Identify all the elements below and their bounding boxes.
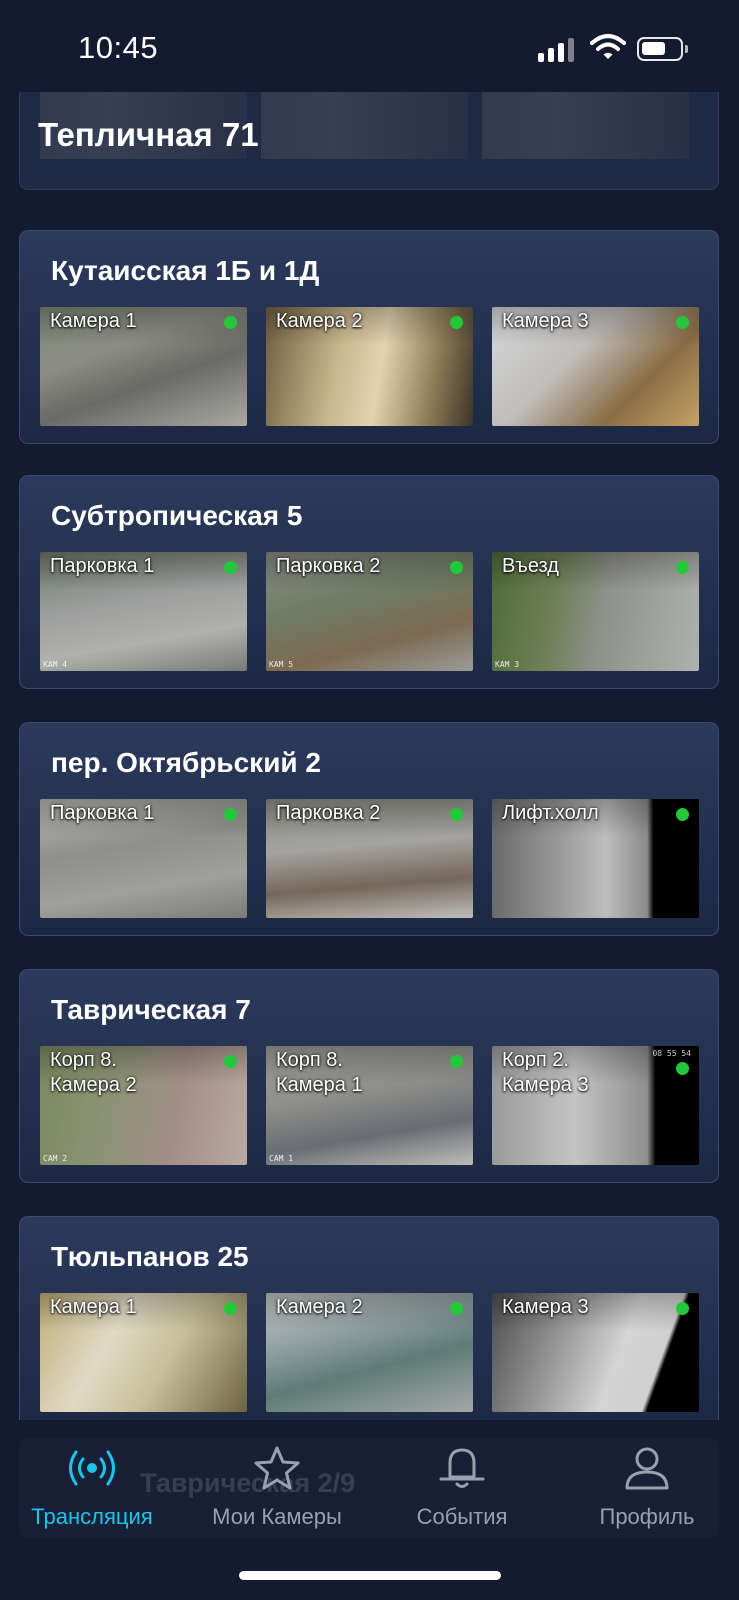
online-status-dot [676, 1302, 689, 1315]
tab-profile[interactable]: Профиль [555, 1444, 739, 1530]
online-status-dot [676, 1062, 689, 1075]
status-time: 10:45 [78, 30, 159, 65]
camera-thumbnail[interactable]: Камера 1 [40, 1293, 247, 1412]
star-icon [254, 1446, 300, 1490]
location-card[interactable]: Таврическая 7 Корп 8. Камера 2 CAM 2 Корп 8… [19, 969, 719, 1183]
online-status-dot [224, 1055, 237, 1068]
location-title: пер. Октябрьский 2 [51, 747, 321, 778]
tab-events[interactable]: События [370, 1444, 554, 1530]
camera-label: Камера 3 [502, 310, 589, 332]
online-status-dot [450, 561, 463, 574]
home-indicator[interactable] [239, 1571, 501, 1580]
online-status-dot [224, 316, 237, 329]
tab-label: Трансляция [31, 1504, 153, 1529]
camera-overlay-tag: CAM 2 [43, 1154, 68, 1163]
online-status-dot [224, 808, 237, 821]
online-status-dot [676, 316, 689, 329]
online-status-dot [450, 1055, 463, 1068]
camera-label: Парковка 2 [276, 555, 381, 577]
camera-thumbnail[interactable]: Корп 8. Камера 1 CAM 1 [266, 1046, 473, 1165]
camera-label: Парковка 2 [276, 802, 381, 824]
location-title: Тюльпанов 25 [51, 1241, 249, 1272]
location-card[interactable]: Кутаисская 1Б и 1Д Камера 1 Камера 2 Камера… [19, 230, 719, 444]
cellular-signal-icon [538, 38, 576, 62]
camera-overlay-tag: КАМ 3 [495, 660, 520, 669]
online-status-dot [676, 808, 689, 821]
location-title: Субтропическая 5 [51, 500, 303, 531]
camera-label: Лифт.холл [502, 802, 599, 824]
camera-thumbnail[interactable]: Корп 8. Камера 2 CAM 2 [40, 1046, 247, 1165]
bell-icon [439, 1448, 485, 1488]
camera-label: Парковка 1 [50, 555, 155, 577]
person-icon [625, 1447, 669, 1490]
camera-thumbnail[interactable]: Камера 3 [492, 1293, 699, 1412]
camera-timestamp: 08 55 54 [652, 1049, 691, 1058]
camera-label: Корп 2. Камера 3 [502, 1049, 589, 1096]
tab-label: Профиль [599, 1504, 695, 1529]
camera-overlay-tag: КАМ 5 [269, 660, 294, 669]
online-status-dot [224, 561, 237, 574]
camera-label: Въезд [502, 555, 559, 577]
camera-label: Парковка 1 [50, 802, 155, 824]
location-card[interactable]: пер. Октябрьский 2 Парковка 1 Парковка 2 Ли… [19, 722, 719, 936]
online-status-dot [676, 561, 689, 574]
status-bar: 10:45 [0, 0, 739, 92]
location-card[interactable]: Субтропическая 5 Парковка 1 КАМ 4 Парковка … [19, 475, 719, 689]
battery-icon [637, 37, 688, 61]
camera-thumbnail[interactable]: Лифт.холл [492, 799, 699, 918]
camera-label: Корп 8. Камера 1 [276, 1049, 363, 1096]
camera-thumbnail[interactable]: Камера 3 [492, 307, 699, 426]
camera-label: Камера 1 [50, 1296, 137, 1318]
online-status-dot [450, 316, 463, 329]
online-status-dot [224, 1302, 237, 1315]
online-status-dot [450, 1302, 463, 1315]
tab-label: Мои Камеры [212, 1504, 342, 1529]
tab-my-cameras[interactable]: Мои Камеры [185, 1444, 369, 1530]
camera-thumbnail[interactable]: Парковка 1 КАМ 4 [40, 552, 247, 671]
camera-thumbnail[interactable]: Парковка 2 [266, 799, 473, 918]
camera-label: Корп 8. Камера 2 [50, 1049, 137, 1096]
camera-thumbnail[interactable]: Корп 2. Камера 3 08 55 54 [492, 1046, 699, 1165]
camera-label: Камера 2 [276, 1296, 363, 1318]
camera-label: Камера 3 [502, 1296, 589, 1318]
locations-list[interactable]: Кутаисская 1Б и 1Д Камера 1 Камера 2 Камера… [0, 0, 739, 1420]
broadcast-icon [69, 1450, 115, 1486]
camera-thumbnail[interactable]: Камера 2 [266, 1293, 473, 1412]
location-title: Кутаисская 1Б и 1Д [51, 255, 320, 286]
camera-label: Камера 2 [276, 310, 363, 332]
camera-thumbnail[interactable]: Камера 1 [40, 307, 247, 426]
camera-overlay-tag: КАМ 4 [43, 660, 68, 669]
wifi-icon [590, 34, 626, 59]
location-card[interactable]: Тюльпанов 25 Камера 1 Камера 2 Камера 3 [19, 1216, 719, 1420]
tab-label: События [416, 1504, 508, 1529]
tab-broadcast[interactable]: Трансляция [0, 1444, 184, 1530]
camera-label: Камера 1 [50, 310, 137, 332]
sticky-location-header[interactable]: Тепличная 71 [0, 72, 739, 196]
camera-thumbnail[interactable]: Парковка 1 [40, 799, 247, 918]
location-title: Тепличная 71 [38, 116, 259, 153]
online-status-dot [450, 808, 463, 821]
camera-thumbnail[interactable]: Въезд КАМ 3 [492, 552, 699, 671]
camera-overlay-tag: CAM 1 [269, 1154, 294, 1163]
camera-thumbnail[interactable]: Камера 2 [266, 307, 473, 426]
camera-thumbnail[interactable]: Парковка 2 КАМ 5 [266, 552, 473, 671]
location-title: Таврическая 7 [51, 994, 251, 1025]
